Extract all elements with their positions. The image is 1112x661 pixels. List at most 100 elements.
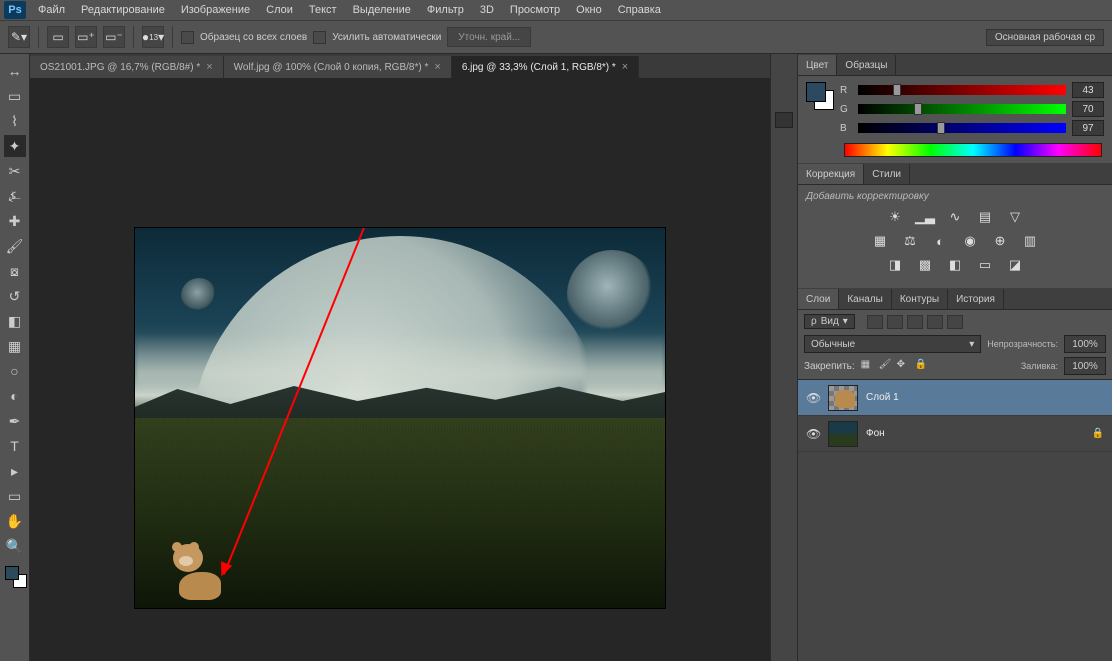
lock-all-icon[interactable]: 🔒 bbox=[915, 359, 929, 373]
zoom-tool-icon[interactable]: 🔍 bbox=[4, 535, 26, 557]
filter-pixel-icon[interactable] bbox=[867, 315, 883, 329]
exposure-icon[interactable]: ▤ bbox=[975, 208, 995, 226]
brush-preset-icon[interactable]: ●13▾ bbox=[142, 26, 164, 48]
pen-tool-icon[interactable]: ✒ bbox=[4, 410, 26, 432]
subtract-selection-icon[interactable]: ▭⁻ bbox=[103, 26, 125, 48]
close-icon[interactable]: × bbox=[434, 61, 440, 73]
threshold-icon[interactable]: ◧ bbox=[945, 256, 965, 274]
menu-3d[interactable]: 3D bbox=[476, 2, 498, 18]
color-swatch[interactable] bbox=[5, 566, 25, 584]
dodge-tool-icon[interactable]: ◐ bbox=[4, 385, 26, 407]
menu-layer[interactable]: Слои bbox=[262, 2, 297, 18]
fg-bg-swatch[interactable] bbox=[806, 82, 832, 108]
bw-icon[interactable]: ◐ bbox=[930, 232, 950, 250]
channel-value[interactable]: 70 bbox=[1072, 101, 1104, 117]
gradient-tool-icon[interactable]: ▦ bbox=[4, 335, 26, 357]
add-selection-icon[interactable]: ▭⁺ bbox=[75, 26, 97, 48]
blur-tool-icon[interactable]: ○ bbox=[4, 360, 26, 382]
marquee-tool-icon[interactable]: ▭ bbox=[4, 85, 26, 107]
refine-edge-button[interactable]: Уточн. край... bbox=[447, 27, 531, 47]
menu-view[interactable]: Просмотр bbox=[506, 2, 564, 18]
doc-tab-1[interactable]: OS21001.JPG @ 16,7% (RGB/8#) *× bbox=[30, 56, 224, 78]
filter-shape-icon[interactable] bbox=[927, 315, 943, 329]
menu-file[interactable]: Файл bbox=[34, 2, 69, 18]
slider-track[interactable] bbox=[858, 123, 1066, 133]
posterize-icon[interactable]: ▩ bbox=[915, 256, 935, 274]
tab-layers[interactable]: Слои bbox=[798, 289, 839, 309]
fill-input[interactable]: 100% bbox=[1064, 357, 1106, 375]
hand-tool-icon[interactable]: ✋ bbox=[4, 510, 26, 532]
close-icon[interactable]: × bbox=[206, 61, 212, 73]
history-brush-tool-icon[interactable]: ↺ bbox=[4, 285, 26, 307]
hue-icon[interactable]: ▦ bbox=[870, 232, 890, 250]
new-selection-icon[interactable]: ▭ bbox=[47, 26, 69, 48]
sample-all-checkbox[interactable] bbox=[181, 31, 194, 44]
eyedropper-tool-icon[interactable]: ⍼ bbox=[4, 185, 26, 207]
collapsed-panel-icon[interactable] bbox=[775, 112, 793, 128]
levels-icon[interactable]: ▁▃ bbox=[915, 208, 935, 226]
quick-select-tool-icon[interactable]: ✦ bbox=[4, 135, 26, 157]
filter-smart-icon[interactable] bbox=[947, 315, 963, 329]
doc-tab-2[interactable]: Wolf.jpg @ 100% (Слой 0 копия, RGB/8*) *… bbox=[224, 56, 452, 78]
lookup-icon[interactable]: ▥ bbox=[1020, 232, 1040, 250]
type-tool-icon[interactable]: T bbox=[4, 435, 26, 457]
photo-filter-icon[interactable]: ◉ bbox=[960, 232, 980, 250]
channel-mixer-icon[interactable]: ⊕ bbox=[990, 232, 1010, 250]
visibility-icon[interactable]: 👁 bbox=[806, 427, 820, 441]
stamp-tool-icon[interactable]: ⧇ bbox=[4, 260, 26, 282]
tab-swatches[interactable]: Образцы bbox=[837, 55, 896, 75]
tab-history[interactable]: История bbox=[948, 289, 1004, 309]
lock-trans-icon[interactable]: ▦ bbox=[861, 359, 875, 373]
tool-preset-icon[interactable]: ✎▾ bbox=[8, 26, 30, 48]
gradient-map-icon[interactable]: ▭ bbox=[975, 256, 995, 274]
workspace-switcher[interactable]: Основная рабочая ср bbox=[986, 29, 1104, 46]
crop-tool-icon[interactable]: ✂ bbox=[4, 160, 26, 182]
filter-adjust-icon[interactable] bbox=[887, 315, 903, 329]
heal-tool-icon[interactable]: ✚ bbox=[4, 210, 26, 232]
lock-paint-icon[interactable]: 🖌 bbox=[879, 359, 893, 373]
layer-row[interactable]: 👁 Слой 1 bbox=[798, 380, 1112, 416]
auto-enhance-checkbox[interactable] bbox=[313, 31, 326, 44]
vibrance-icon[interactable]: ▽ bbox=[1005, 208, 1025, 226]
lasso-tool-icon[interactable]: ⌇ bbox=[4, 110, 26, 132]
eraser-tool-icon[interactable]: ◧ bbox=[4, 310, 26, 332]
invert-icon[interactable]: ◨ bbox=[885, 256, 905, 274]
path-select-tool-icon[interactable]: ▸ bbox=[4, 460, 26, 482]
blend-mode-select[interactable]: Обычные▾ bbox=[804, 335, 981, 353]
channel-value[interactable]: 97 bbox=[1072, 120, 1104, 136]
menu-window[interactable]: Окно bbox=[572, 2, 606, 18]
menu-edit[interactable]: Редактирование bbox=[77, 2, 169, 18]
doc-tab-3[interactable]: 6.jpg @ 33,3% (Слой 1, RGB/8*) *× bbox=[452, 56, 639, 78]
layer-thumbnail[interactable] bbox=[828, 385, 858, 411]
layer-row[interactable]: 👁 Фон 🔒 bbox=[798, 416, 1112, 452]
visibility-icon[interactable]: 👁 bbox=[806, 391, 820, 405]
canvas-viewport[interactable] bbox=[30, 78, 770, 661]
layer-filter-select[interactable]: ρ Вид ▾ bbox=[804, 314, 855, 329]
balance-icon[interactable]: ⚖ bbox=[900, 232, 920, 250]
channel-value[interactable]: 43 bbox=[1072, 82, 1104, 98]
slider-track[interactable] bbox=[858, 85, 1066, 95]
menu-image[interactable]: Изображение bbox=[177, 2, 254, 18]
curves-icon[interactable]: ∿ bbox=[945, 208, 965, 226]
menu-help[interactable]: Справка bbox=[614, 2, 665, 18]
menu-filter[interactable]: Фильтр bbox=[423, 2, 468, 18]
tab-styles[interactable]: Стили bbox=[864, 164, 910, 184]
opacity-input[interactable]: 100% bbox=[1064, 335, 1106, 353]
tab-paths[interactable]: Контуры bbox=[892, 289, 948, 309]
lock-pos-icon[interactable]: ✥ bbox=[897, 359, 911, 373]
menu-select[interactable]: Выделение bbox=[349, 2, 415, 18]
tab-adjustments[interactable]: Коррекция bbox=[798, 164, 864, 184]
tab-color[interactable]: Цвет bbox=[798, 55, 837, 75]
brush-tool-icon[interactable]: 🖌 bbox=[4, 235, 26, 257]
shape-tool-icon[interactable]: ▭ bbox=[4, 485, 26, 507]
tab-channels[interactable]: Каналы bbox=[839, 289, 892, 309]
spectrum-bar[interactable] bbox=[844, 143, 1102, 157]
close-icon[interactable]: × bbox=[622, 61, 628, 73]
filter-type-icon[interactable] bbox=[907, 315, 923, 329]
layer-thumbnail[interactable] bbox=[828, 421, 858, 447]
slider-track[interactable] bbox=[858, 104, 1066, 114]
move-tool-icon[interactable]: ↔ bbox=[4, 60, 26, 82]
menu-text[interactable]: Текст bbox=[305, 2, 341, 18]
canvas[interactable] bbox=[135, 228, 665, 608]
brightness-icon[interactable]: ☀ bbox=[885, 208, 905, 226]
